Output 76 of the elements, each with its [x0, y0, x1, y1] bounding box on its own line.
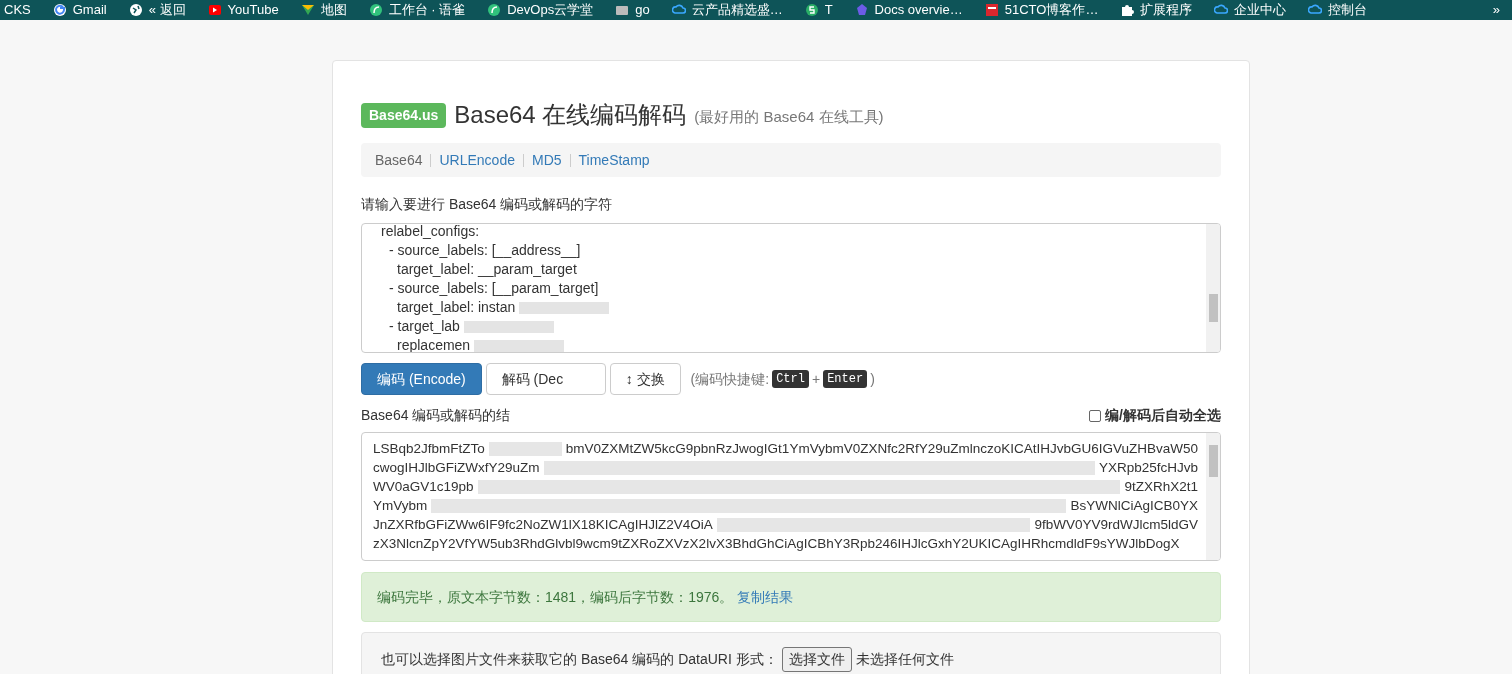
scrollbar[interactable]: [1206, 433, 1220, 560]
code-line: - source_labels: [__address__]: [388, 241, 581, 260]
auto-select-label[interactable]: 编/解码后自动全选: [1105, 405, 1221, 426]
play-icon: [207, 3, 222, 17]
bookmark[interactable]: go: [615, 0, 650, 20]
action-button[interactable]: ↕ 交换: [609, 363, 681, 395]
map-icon: [300, 3, 315, 17]
bookmark[interactable]: 云产品精选盛…: [671, 0, 783, 20]
bookmark[interactable]: DevOps云学堂: [487, 0, 594, 20]
encoded-text: YXRpb25fcHJvb: [1098, 459, 1198, 477]
code-line: replacemen: [396, 336, 471, 352]
badge-icon: [984, 3, 999, 17]
nav-link[interactable]: TimeStamp: [578, 149, 650, 171]
action-button[interactable]: 编码 (Encode): [361, 363, 482, 395]
encoded-text: YmVybm: [373, 497, 428, 515]
nav-link[interactable]: URLEncode: [439, 149, 515, 171]
code-line: - source_labels: [__param_target]: [388, 279, 599, 298]
input-label: 请输入要进行 Base64 编码或解码的字符: [361, 195, 614, 214]
output-label: Base64 编码或解码的结: [361, 406, 511, 425]
cloud-icon: [1214, 3, 1229, 17]
bookmark[interactable]: 企业中心: [1214, 0, 1287, 20]
encoded-text: cwogIHJlbGFiZWxfY29uZm: [373, 459, 540, 477]
encoded-text: BsYWNlCiAgICB0YX: [1070, 497, 1198, 515]
bookmark[interactable]: 地图: [300, 0, 347, 20]
choose-file-button[interactable]: 选择文件: [781, 646, 852, 672]
scrollbar[interactable]: [1206, 224, 1220, 352]
encoded-text: zX3NlcnZpY2VfYW5ub3RhdGlvbl9wcm9tZXRoZXVzX2lvX3BhdGhCiAgICBhY3Rpb246IHJlcGxhY2UKICAgIHRhcmdldF9sYWJlbDogX: [373, 535, 1180, 553]
shortcut-hint: ): [870, 369, 875, 389]
plus-sign: +: [811, 369, 821, 389]
bookmark[interactable]: YouTube: [207, 0, 279, 20]
cloud-icon: [1308, 3, 1323, 17]
encoded-text: JnZXRfbGFiZWw6IF9fc2NoZW1lX18KICAgIHJlZ2V4OiA: [373, 516, 713, 534]
puzzle-icon: [1120, 3, 1135, 17]
result-message: 编码完毕，原文本字节数：1481，编码后字节数：1976。: [377, 587, 734, 607]
bookmark[interactable]: 工作台 · 语雀: [368, 0, 466, 20]
bookmark[interactable]: 51CTO博客作…: [984, 0, 1099, 20]
action-button[interactable]: 解码 (Dec: [485, 363, 606, 395]
leaf-icon: [487, 3, 502, 17]
encoded-text: 9tZXRhX2t1: [1124, 478, 1198, 496]
g-logo-icon: [52, 3, 67, 17]
bookmark[interactable]: 控制台: [1308, 0, 1368, 20]
nav-link[interactable]: Base64: [375, 149, 423, 171]
bookmark[interactable]: Gmail: [52, 0, 107, 20]
site-badge: Base64.us: [361, 102, 447, 128]
s-logo-icon: [804, 3, 819, 17]
encoded-text: LSBqb2JfbmFtZTo: [373, 440, 485, 458]
shape-icon: [854, 3, 869, 17]
code-line: relabel_configs:: [380, 224, 480, 241]
bookmark[interactable]: 扩展程序: [1120, 0, 1193, 20]
encoded-text: 9fbWV0YV9rdWJlcm5ldGV: [1034, 516, 1198, 534]
code-line: target_label: __param_target: [396, 260, 577, 279]
encoded-text: bmV0ZXMtZW5kcG9pbnRzJwogIGt1YmVybmV0ZXNfc2RfY29uZmlnczoKICAtIHJvbGU6IGVuZHBvaW50: [565, 440, 1198, 458]
code-line: - target_lab: [388, 317, 460, 336]
leaf-icon: [368, 3, 383, 17]
bookmark[interactable]: « 返回: [128, 0, 186, 20]
output-textarea[interactable]: [361, 432, 1221, 561]
folder-icon: [615, 3, 630, 17]
auto-select-checkbox[interactable]: [1089, 409, 1102, 422]
file-status: 未选择任何文件: [855, 649, 954, 669]
bookmark[interactable]: Docs overvie…: [854, 0, 963, 20]
file-pick-label: 也可以选择图片文件来获取它的 Base64 编码的 DataURI 形式：: [381, 649, 778, 669]
code-line: target_label: instan: [396, 298, 516, 317]
cloud-icon: [671, 3, 686, 17]
globe-icon: [128, 3, 143, 17]
input-textarea[interactable]: relabel_configs: - source_labels: [__address__] target_label: __param_target - source_labels: [__param_target] target_label: instan - target_lab replacemen: [361, 223, 1221, 353]
encoded-text: WV0aGV1c19pb: [373, 478, 474, 496]
page-subtitle: (最好用的 Base64 在线工具): [694, 106, 884, 127]
more-bookmarks-button[interactable]: »: [1492, 0, 1500, 20]
page-title: Base64 在线编码解码: [454, 100, 687, 130]
bookmark[interactable]: T: [804, 0, 833, 20]
shortcut-hint: (编码快捷键:: [690, 369, 770, 389]
copy-result-link[interactable]: 复制结果: [737, 586, 794, 608]
key-cap: Enter: [823, 370, 868, 388]
bookmark[interactable]: CKS: [4, 0, 31, 20]
nav-link[interactable]: MD5: [532, 149, 562, 171]
key-cap: Ctrl: [772, 370, 809, 388]
